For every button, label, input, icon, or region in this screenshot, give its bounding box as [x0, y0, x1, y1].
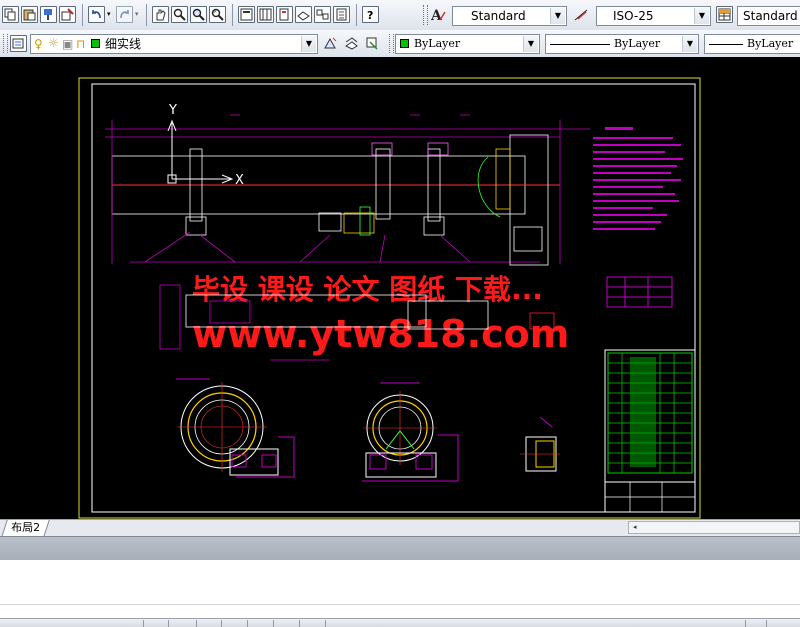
undo-icon[interactable] — [88, 6, 105, 23]
design-center-icon[interactable] — [257, 6, 274, 23]
pan-icon[interactable] — [152, 6, 169, 23]
color-swatch — [400, 39, 409, 48]
axis-y-label: Y — [168, 103, 177, 118]
zoom-previous-icon[interactable] — [209, 6, 226, 23]
zoom-window-icon[interactable] — [190, 6, 207, 23]
ucs-icon: Y X — [167, 103, 244, 188]
sun-icon: ☼ — [48, 36, 59, 50]
zoom-realtime-icon[interactable] — [171, 6, 188, 23]
match-properties-icon[interactable] — [40, 6, 57, 23]
svg-text:A: A — [431, 8, 443, 22]
leader-line — [144, 231, 471, 263]
copy-icon[interactable] — [2, 6, 19, 23]
tyre-2 — [375, 148, 391, 220]
linetype-control-select[interactable]: ByLayer ▼ — [545, 34, 699, 54]
lineweight-sample-line — [709, 44, 743, 45]
toolbar-grip[interactable] — [389, 34, 394, 53]
sheet-set-icon[interactable] — [295, 6, 312, 23]
chevron-down-icon: ▼ — [682, 36, 697, 52]
layer-properties-manager-icon[interactable] — [10, 35, 27, 52]
standard-toolbar: ▾ ▾ ? A Standard ▼ ISO-25 ▼ Standard — [0, 0, 800, 31]
quickcalc-icon[interactable] — [333, 6, 350, 23]
separator — [82, 4, 83, 26]
drawing-canvas[interactable]: Y X 毕设 课设 论文 图纸 下载... www.ytw818.com — [0, 57, 800, 519]
layer-states-icon[interactable] — [364, 35, 381, 52]
make-object-layer-current-icon[interactable] — [322, 35, 339, 52]
separator — [356, 4, 357, 26]
chevron-down-icon: ▼ — [694, 8, 709, 24]
parameter-table — [606, 276, 673, 308]
axis-x-label: X — [235, 173, 244, 188]
seal-curve — [477, 156, 501, 218]
coupling — [359, 206, 371, 236]
tool-palettes-icon[interactable] — [276, 6, 293, 23]
table-style-icon[interactable] — [716, 6, 733, 23]
markup-icon[interactable] — [314, 6, 331, 23]
discharge-hood — [513, 226, 543, 252]
undo-dropdown-icon[interactable]: ▾ — [107, 10, 111, 18]
horizontal-scrollbar[interactable]: ◂ — [628, 521, 800, 534]
properties-icon[interactable] — [238, 6, 255, 23]
separator — [232, 4, 233, 26]
dimension-style-select[interactable]: ISO-25 ▼ — [596, 6, 711, 26]
layer-select[interactable]: ♀ ☼ ▣ ⊓ 细实线 ▼ — [30, 34, 318, 54]
help-icon[interactable]: ? — [362, 6, 379, 23]
separator — [146, 4, 147, 26]
tyre-section-left — [176, 378, 295, 478]
command-window[interactable] — [0, 560, 800, 604]
layer-previous-icon[interactable] — [343, 35, 360, 52]
scroll-left-icon[interactable]: ◂ — [633, 523, 637, 531]
watermark-line-2: www.ytw818.com — [192, 312, 569, 356]
toolbar-grip[interactable] — [3, 34, 8, 53]
redo-dropdown-icon[interactable]: ▾ — [135, 10, 139, 18]
viewport-freeze-icon: ▣ — [62, 37, 74, 51]
text-style-select[interactable]: Standard ▼ — [452, 6, 567, 26]
block-editor-icon[interactable] — [59, 6, 76, 23]
toolbar-grip[interactable] — [423, 5, 428, 25]
parts-list-table — [604, 349, 696, 513]
chevron-down-icon: ▼ — [550, 8, 565, 24]
motor — [318, 212, 342, 232]
paste-icon[interactable] — [21, 6, 38, 23]
linetype-sample-line — [550, 44, 610, 45]
detail-view — [520, 416, 560, 472]
chevron-down-icon: ▼ — [523, 36, 538, 52]
unlock-icon: ⊓ — [76, 37, 86, 51]
command-line-divider — [0, 604, 800, 605]
reducer — [343, 212, 375, 234]
chevron-down-icon: ▼ — [301, 36, 316, 52]
command-window-splitter[interactable] — [0, 536, 800, 561]
lineweight-control-select[interactable]: ByLayer — [704, 34, 800, 54]
technical-requirements-notes — [593, 127, 683, 230]
color-control-select[interactable]: ByLayer ▼ — [395, 34, 540, 54]
support-roller-3 — [423, 216, 445, 236]
tab-layout2[interactable]: 布局2 — [1, 520, 50, 537]
svg-text:?: ? — [367, 9, 373, 21]
layer-color-swatch — [91, 39, 100, 48]
lightbulb-icon: ♀ — [34, 37, 43, 51]
text-style-icon[interactable]: A — [430, 6, 447, 23]
kiln-head-seal — [495, 148, 511, 210]
dimension-style-icon[interactable] — [573, 6, 590, 23]
layers-toolbar: ♀ ☼ ▣ ⊓ 细实线 ▼ ByLayer ▼ ByLayer ▼ ByLaye… — [0, 30, 800, 58]
redo-icon[interactable] — [116, 6, 133, 23]
table-style-select[interactable]: Standard — [737, 6, 800, 26]
tyre-section-right — [362, 382, 459, 482]
kiln-elevation-view — [105, 114, 590, 266]
